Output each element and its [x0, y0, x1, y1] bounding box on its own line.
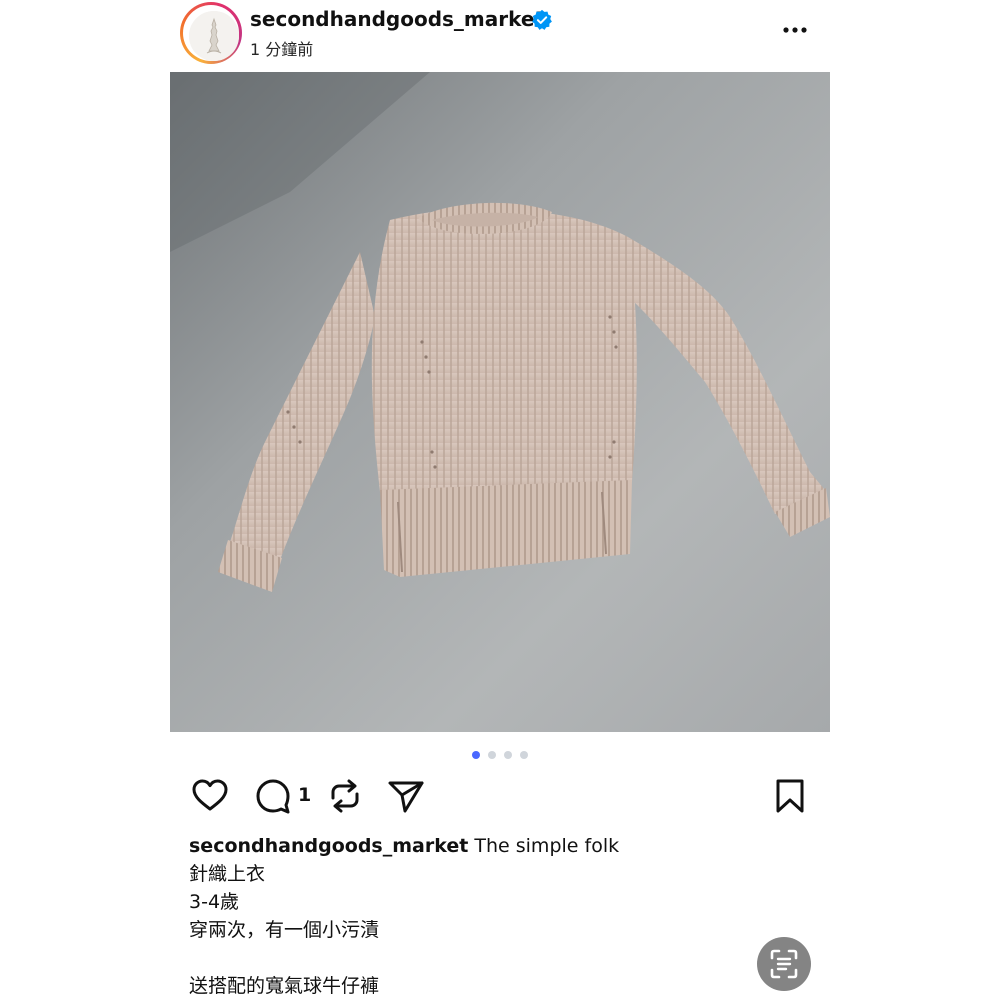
post-username[interactable]: secondhandgoods_market — [250, 7, 544, 31]
repost-icon[interactable] — [325, 776, 365, 816]
carousel-dot-4[interactable] — [520, 751, 528, 759]
caption-text: The simple folk — [474, 835, 620, 857]
comment-icon[interactable] — [253, 776, 293, 816]
heart-icon[interactable] — [190, 776, 230, 816]
post-photo[interactable] — [170, 72, 830, 732]
shop-logo-icon — [189, 11, 239, 61]
avatar[interactable] — [189, 11, 239, 61]
verified-badge-icon — [532, 9, 552, 30]
send-icon[interactable] — [386, 776, 426, 816]
caption-line: 送搭配的寬氣球牛仔褲 — [189, 975, 380, 997]
text-scan-button[interactable] — [757, 937, 811, 991]
action-bar: 1 — [170, 776, 830, 820]
carousel-dot-1[interactable] — [472, 751, 480, 759]
post-header: secondhandgoods_market 1 分鐘前 — [170, 0, 830, 72]
caption-line: 針織上衣 — [189, 863, 266, 885]
caption-line: 穿兩次，有一個小污漬 — [189, 919, 380, 941]
caption-username[interactable]: secondhandgoods_market — [189, 835, 468, 857]
story-ring[interactable] — [180, 2, 242, 64]
comment-count: 1 — [298, 784, 312, 806]
post-caption: secondhandgoods_market The simple folk 針… — [189, 832, 809, 1000]
bookmark-icon[interactable] — [770, 776, 810, 816]
caption-line: 3-4歲 — [189, 891, 240, 913]
post-timestamp: 1 分鐘前 — [250, 40, 314, 59]
caption-first-line: secondhandgoods_market The simple folk — [189, 832, 809, 860]
carousel-indicator — [472, 751, 528, 759]
carousel-dot-2[interactable] — [488, 751, 496, 759]
post-card: secondhandgoods_market 1 分鐘前 1 secondhan… — [170, 0, 830, 1000]
caption-line — [189, 944, 809, 972]
more-options-icon[interactable] — [780, 20, 810, 40]
sweater-photo — [170, 72, 830, 732]
carousel-dot-3[interactable] — [504, 751, 512, 759]
text-scan-icon — [770, 949, 798, 979]
